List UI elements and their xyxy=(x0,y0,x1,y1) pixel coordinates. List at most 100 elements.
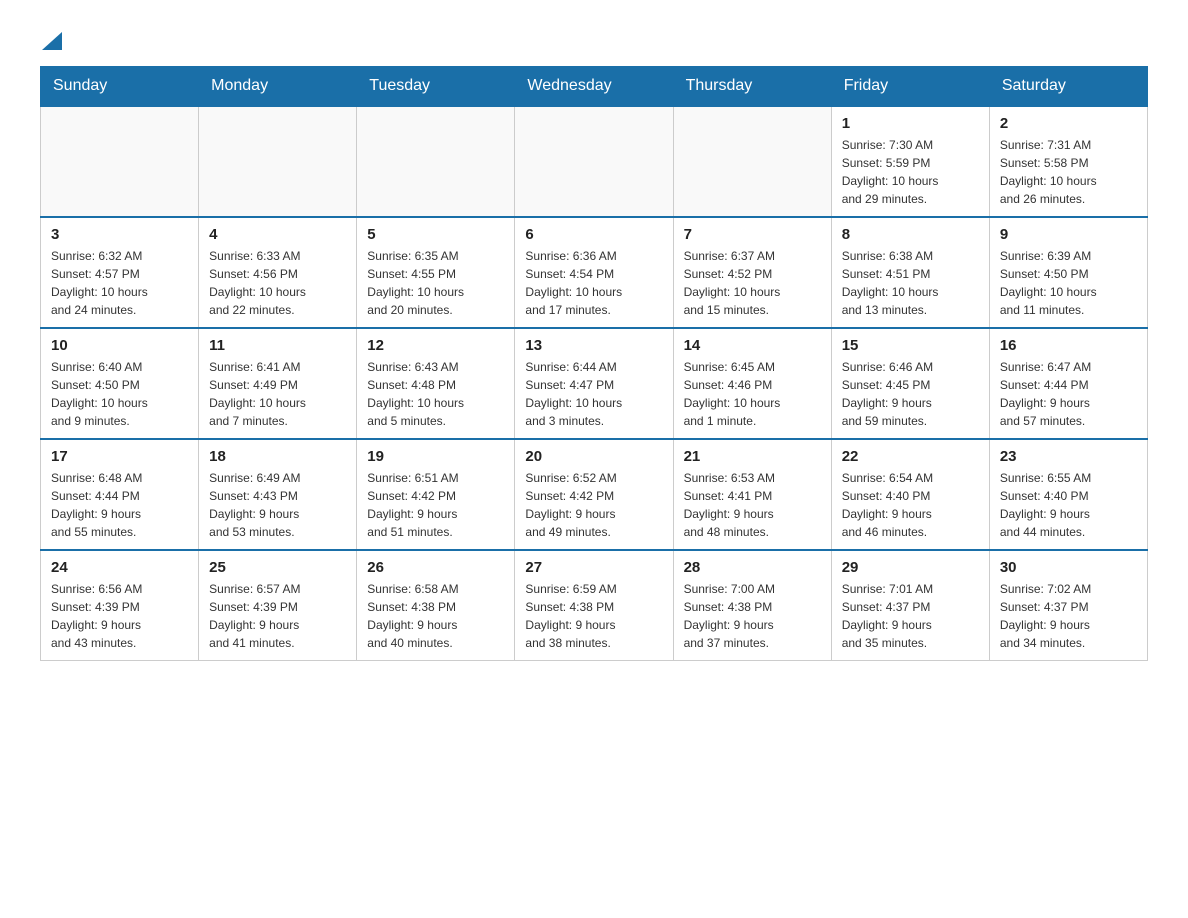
day-number: 22 xyxy=(842,448,979,465)
day-info: Sunrise: 6:41 AMSunset: 4:49 PMDaylight:… xyxy=(209,358,346,430)
day-number: 25 xyxy=(209,559,346,576)
day-info: Sunrise: 6:36 AMSunset: 4:54 PMDaylight:… xyxy=(525,247,662,319)
day-number: 3 xyxy=(51,226,188,243)
calendar-cell: 13 Sunrise: 6:44 AMSunset: 4:47 PMDayligh… xyxy=(515,328,673,439)
day-number: 14 xyxy=(684,337,821,354)
week-row-3: 10 Sunrise: 6:40 AMSunset: 4:50 PMDayligh… xyxy=(41,328,1148,439)
weekday-header-saturday: Saturday xyxy=(989,67,1147,107)
calendar-cell: 10 Sunrise: 6:40 AMSunset: 4:50 PMDayligh… xyxy=(41,328,199,439)
day-info: Sunrise: 6:49 AMSunset: 4:43 PMDaylight:… xyxy=(209,469,346,541)
calendar-cell xyxy=(515,106,673,217)
day-info: Sunrise: 6:54 AMSunset: 4:40 PMDaylight:… xyxy=(842,469,979,541)
calendar-cell: 18 Sunrise: 6:49 AMSunset: 4:43 PMDayligh… xyxy=(199,439,357,550)
calendar-cell: 8 Sunrise: 6:38 AMSunset: 4:51 PMDaylight… xyxy=(831,217,989,328)
day-info: Sunrise: 6:39 AMSunset: 4:50 PMDaylight:… xyxy=(1000,247,1137,319)
calendar-cell: 29 Sunrise: 7:01 AMSunset: 4:37 PMDayligh… xyxy=(831,550,989,661)
calendar-cell: 4 Sunrise: 6:33 AMSunset: 4:56 PMDaylight… xyxy=(199,217,357,328)
calendar-cell: 19 Sunrise: 6:51 AMSunset: 4:42 PMDayligh… xyxy=(357,439,515,550)
day-info: Sunrise: 6:38 AMSunset: 4:51 PMDaylight:… xyxy=(842,247,979,319)
day-number: 4 xyxy=(209,226,346,243)
day-info: Sunrise: 6:59 AMSunset: 4:38 PMDaylight:… xyxy=(525,580,662,652)
day-info: Sunrise: 6:37 AMSunset: 4:52 PMDaylight:… xyxy=(684,247,821,319)
calendar-cell: 16 Sunrise: 6:47 AMSunset: 4:44 PMDayligh… xyxy=(989,328,1147,439)
day-info: Sunrise: 6:51 AMSunset: 4:42 PMDaylight:… xyxy=(367,469,504,541)
weekday-header-sunday: Sunday xyxy=(41,67,199,107)
calendar-cell: 21 Sunrise: 6:53 AMSunset: 4:41 PMDayligh… xyxy=(673,439,831,550)
calendar-cell: 11Sunrise: 6:41 AMSunset: 4:49 PMDayligh… xyxy=(199,328,357,439)
day-info: Sunrise: 6:57 AMSunset: 4:39 PMDaylight:… xyxy=(209,580,346,652)
calendar-cell: 3 Sunrise: 6:32 AMSunset: 4:57 PMDaylight… xyxy=(41,217,199,328)
day-info: Sunrise: 6:55 AMSunset: 4:40 PMDaylight:… xyxy=(1000,469,1137,541)
calendar-cell xyxy=(673,106,831,217)
day-number: 1 xyxy=(842,115,979,132)
day-number: 9 xyxy=(1000,226,1137,243)
calendar-cell: 30 Sunrise: 7:02 AMSunset: 4:37 PMDayligh… xyxy=(989,550,1147,661)
day-number: 30 xyxy=(1000,559,1137,576)
day-info: Sunrise: 7:30 AMSunset: 5:59 PMDaylight:… xyxy=(842,136,979,208)
day-number: 17 xyxy=(51,448,188,465)
day-number: 10 xyxy=(51,337,188,354)
week-row-4: 17 Sunrise: 6:48 AMSunset: 4:44 PMDayligh… xyxy=(41,439,1148,550)
logo xyxy=(40,30,62,46)
weekday-header-tuesday: Tuesday xyxy=(357,67,515,107)
day-info: Sunrise: 7:02 AMSunset: 4:37 PMDaylight:… xyxy=(1000,580,1137,652)
day-number: 28 xyxy=(684,559,821,576)
day-number: 13 xyxy=(525,337,662,354)
day-info: Sunrise: 6:40 AMSunset: 4:50 PMDaylight:… xyxy=(51,358,188,430)
calendar-cell: 26Sunrise: 6:58 AMSunset: 4:38 PMDayligh… xyxy=(357,550,515,661)
day-info: Sunrise: 6:56 AMSunset: 4:39 PMDaylight:… xyxy=(51,580,188,652)
calendar-cell: 9 Sunrise: 6:39 AMSunset: 4:50 PMDaylight… xyxy=(989,217,1147,328)
calendar-table: SundayMondayTuesdayWednesdayThursdayFrid… xyxy=(40,66,1148,661)
day-info: Sunrise: 6:47 AMSunset: 4:44 PMDaylight:… xyxy=(1000,358,1137,430)
week-row-5: 24Sunrise: 6:56 AMSunset: 4:39 PMDayligh… xyxy=(41,550,1148,661)
week-row-2: 3 Sunrise: 6:32 AMSunset: 4:57 PMDaylight… xyxy=(41,217,1148,328)
calendar-cell: 5Sunrise: 6:35 AMSunset: 4:55 PMDaylight… xyxy=(357,217,515,328)
calendar-cell xyxy=(357,106,515,217)
day-info: Sunrise: 6:45 AMSunset: 4:46 PMDaylight:… xyxy=(684,358,821,430)
calendar-cell: 25 Sunrise: 6:57 AMSunset: 4:39 PMDayligh… xyxy=(199,550,357,661)
day-info: Sunrise: 6:43 AMSunset: 4:48 PMDaylight:… xyxy=(367,358,504,430)
day-number: 18 xyxy=(209,448,346,465)
day-info: Sunrise: 7:00 AMSunset: 4:38 PMDaylight:… xyxy=(684,580,821,652)
day-info: Sunrise: 7:01 AMSunset: 4:37 PMDaylight:… xyxy=(842,580,979,652)
day-info: Sunrise: 6:44 AMSunset: 4:47 PMDaylight:… xyxy=(525,358,662,430)
day-number: 29 xyxy=(842,559,979,576)
weekday-header-wednesday: Wednesday xyxy=(515,67,673,107)
calendar-cell: 12Sunrise: 6:43 AMSunset: 4:48 PMDayligh… xyxy=(357,328,515,439)
day-number: 15 xyxy=(842,337,979,354)
day-number: 8 xyxy=(842,226,979,243)
weekday-header-monday: Monday xyxy=(199,67,357,107)
calendar-cell: 2 Sunrise: 7:31 AMSunset: 5:58 PMDaylight… xyxy=(989,106,1147,217)
day-info: Sunrise: 6:52 AMSunset: 4:42 PMDaylight:… xyxy=(525,469,662,541)
weekday-header-thursday: Thursday xyxy=(673,67,831,107)
page-header xyxy=(40,30,1148,46)
calendar-cell: 20 Sunrise: 6:52 AMSunset: 4:42 PMDayligh… xyxy=(515,439,673,550)
calendar-cell: 7 Sunrise: 6:37 AMSunset: 4:52 PMDaylight… xyxy=(673,217,831,328)
calendar-cell: 28 Sunrise: 7:00 AMSunset: 4:38 PMDayligh… xyxy=(673,550,831,661)
calendar-cell: 17 Sunrise: 6:48 AMSunset: 4:44 PMDayligh… xyxy=(41,439,199,550)
day-number: 20 xyxy=(525,448,662,465)
weekday-header-friday: Friday xyxy=(831,67,989,107)
day-info: Sunrise: 6:48 AMSunset: 4:44 PMDaylight:… xyxy=(51,469,188,541)
calendar-cell: 27Sunrise: 6:59 AMSunset: 4:38 PMDayligh… xyxy=(515,550,673,661)
day-number: 21 xyxy=(684,448,821,465)
day-info: Sunrise: 7:31 AMSunset: 5:58 PMDaylight:… xyxy=(1000,136,1137,208)
calendar-cell xyxy=(41,106,199,217)
day-info: Sunrise: 6:53 AMSunset: 4:41 PMDaylight:… xyxy=(684,469,821,541)
day-number: 2 xyxy=(1000,115,1137,132)
calendar-cell: 14 Sunrise: 6:45 AMSunset: 4:46 PMDayligh… xyxy=(673,328,831,439)
week-row-1: 1 Sunrise: 7:30 AMSunset: 5:59 PMDaylight… xyxy=(41,106,1148,217)
day-number: 23 xyxy=(1000,448,1137,465)
calendar-cell: 23 Sunrise: 6:55 AMSunset: 4:40 PMDayligh… xyxy=(989,439,1147,550)
day-info: Sunrise: 6:46 AMSunset: 4:45 PMDaylight:… xyxy=(842,358,979,430)
day-number: 7 xyxy=(684,226,821,243)
calendar-cell xyxy=(199,106,357,217)
weekday-header-row: SundayMondayTuesdayWednesdayThursdayFrid… xyxy=(41,67,1148,107)
day-info: Sunrise: 6:32 AMSunset: 4:57 PMDaylight:… xyxy=(51,247,188,319)
day-number: 16 xyxy=(1000,337,1137,354)
calendar-cell: 24Sunrise: 6:56 AMSunset: 4:39 PMDayligh… xyxy=(41,550,199,661)
calendar-cell: 15 Sunrise: 6:46 AMSunset: 4:45 PMDayligh… xyxy=(831,328,989,439)
logo-triangle-icon xyxy=(42,28,62,50)
day-info: Sunrise: 6:33 AMSunset: 4:56 PMDaylight:… xyxy=(209,247,346,319)
day-number: 19 xyxy=(367,448,504,465)
